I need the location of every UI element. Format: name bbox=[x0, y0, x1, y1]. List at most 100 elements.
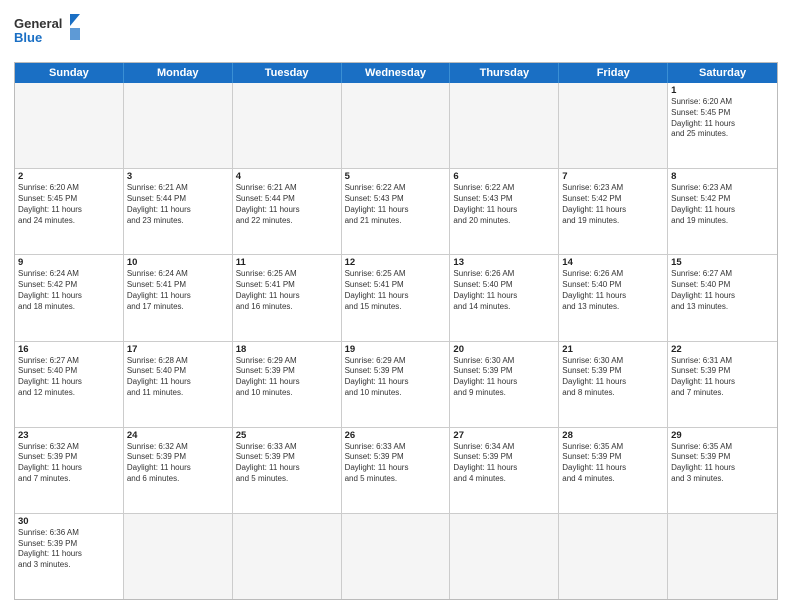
day-number: 28 bbox=[562, 430, 664, 441]
calendar-cell bbox=[124, 514, 233, 599]
cell-info: Sunrise: 6:26 AM Sunset: 5:40 PM Dayligh… bbox=[562, 269, 664, 312]
cell-info: Sunrise: 6:25 AM Sunset: 5:41 PM Dayligh… bbox=[236, 269, 338, 312]
cell-info: Sunrise: 6:33 AM Sunset: 5:39 PM Dayligh… bbox=[345, 442, 447, 485]
cell-info: Sunrise: 6:21 AM Sunset: 5:44 PM Dayligh… bbox=[236, 183, 338, 226]
calendar-cell: 30Sunrise: 6:36 AM Sunset: 5:39 PM Dayli… bbox=[15, 514, 124, 599]
day-number: 20 bbox=[453, 344, 555, 355]
day-number: 15 bbox=[671, 257, 774, 268]
day-number: 14 bbox=[562, 257, 664, 268]
day-number: 27 bbox=[453, 430, 555, 441]
calendar-cell: 15Sunrise: 6:27 AM Sunset: 5:40 PM Dayli… bbox=[668, 255, 777, 340]
cell-info: Sunrise: 6:34 AM Sunset: 5:39 PM Dayligh… bbox=[453, 442, 555, 485]
logo: General Blue bbox=[14, 12, 84, 54]
calendar-cell: 4Sunrise: 6:21 AM Sunset: 5:44 PM Daylig… bbox=[233, 169, 342, 254]
day-number: 2 bbox=[18, 171, 120, 182]
calendar-cell: 13Sunrise: 6:26 AM Sunset: 5:40 PM Dayli… bbox=[450, 255, 559, 340]
weekday-header-thursday: Thursday bbox=[450, 63, 559, 83]
calendar-cell bbox=[559, 83, 668, 168]
calendar-cell: 25Sunrise: 6:33 AM Sunset: 5:39 PM Dayli… bbox=[233, 428, 342, 513]
cell-info: Sunrise: 6:24 AM Sunset: 5:42 PM Dayligh… bbox=[18, 269, 120, 312]
calendar-cell bbox=[450, 514, 559, 599]
day-number: 9 bbox=[18, 257, 120, 268]
day-number: 29 bbox=[671, 430, 774, 441]
cell-info: Sunrise: 6:32 AM Sunset: 5:39 PM Dayligh… bbox=[18, 442, 120, 485]
day-number: 3 bbox=[127, 171, 229, 182]
calendar-cell: 2Sunrise: 6:20 AM Sunset: 5:45 PM Daylig… bbox=[15, 169, 124, 254]
cell-info: Sunrise: 6:32 AM Sunset: 5:39 PM Dayligh… bbox=[127, 442, 229, 485]
day-number: 10 bbox=[127, 257, 229, 268]
calendar-cell bbox=[15, 83, 124, 168]
calendar-row-4: 23Sunrise: 6:32 AM Sunset: 5:39 PM Dayli… bbox=[15, 428, 777, 514]
calendar-cell: 3Sunrise: 6:21 AM Sunset: 5:44 PM Daylig… bbox=[124, 169, 233, 254]
calendar-cell: 19Sunrise: 6:29 AM Sunset: 5:39 PM Dayli… bbox=[342, 342, 451, 427]
calendar-cell: 20Sunrise: 6:30 AM Sunset: 5:39 PM Dayli… bbox=[450, 342, 559, 427]
header: General Blue bbox=[14, 12, 778, 54]
calendar-cell: 9Sunrise: 6:24 AM Sunset: 5:42 PM Daylig… bbox=[15, 255, 124, 340]
cell-info: Sunrise: 6:30 AM Sunset: 5:39 PM Dayligh… bbox=[453, 356, 555, 399]
calendar-cell bbox=[233, 514, 342, 599]
cell-info: Sunrise: 6:25 AM Sunset: 5:41 PM Dayligh… bbox=[345, 269, 447, 312]
cell-info: Sunrise: 6:21 AM Sunset: 5:44 PM Dayligh… bbox=[127, 183, 229, 226]
calendar-cell: 6Sunrise: 6:22 AM Sunset: 5:43 PM Daylig… bbox=[450, 169, 559, 254]
day-number: 16 bbox=[18, 344, 120, 355]
cell-info: Sunrise: 6:23 AM Sunset: 5:42 PM Dayligh… bbox=[671, 183, 774, 226]
cell-info: Sunrise: 6:29 AM Sunset: 5:39 PM Dayligh… bbox=[236, 356, 338, 399]
cell-info: Sunrise: 6:35 AM Sunset: 5:39 PM Dayligh… bbox=[671, 442, 774, 485]
cell-info: Sunrise: 6:36 AM Sunset: 5:39 PM Dayligh… bbox=[18, 528, 120, 571]
calendar-row-2: 9Sunrise: 6:24 AM Sunset: 5:42 PM Daylig… bbox=[15, 255, 777, 341]
cell-info: Sunrise: 6:20 AM Sunset: 5:45 PM Dayligh… bbox=[671, 97, 774, 140]
calendar-cell: 12Sunrise: 6:25 AM Sunset: 5:41 PM Dayli… bbox=[342, 255, 451, 340]
cell-info: Sunrise: 6:35 AM Sunset: 5:39 PM Dayligh… bbox=[562, 442, 664, 485]
day-number: 24 bbox=[127, 430, 229, 441]
weekday-header-saturday: Saturday bbox=[668, 63, 777, 83]
calendar-cell bbox=[342, 514, 451, 599]
calendar-row-5: 30Sunrise: 6:36 AM Sunset: 5:39 PM Dayli… bbox=[15, 514, 777, 599]
calendar-cell: 7Sunrise: 6:23 AM Sunset: 5:42 PM Daylig… bbox=[559, 169, 668, 254]
day-number: 4 bbox=[236, 171, 338, 182]
calendar-cell: 28Sunrise: 6:35 AM Sunset: 5:39 PM Dayli… bbox=[559, 428, 668, 513]
cell-info: Sunrise: 6:20 AM Sunset: 5:45 PM Dayligh… bbox=[18, 183, 120, 226]
cell-info: Sunrise: 6:28 AM Sunset: 5:40 PM Dayligh… bbox=[127, 356, 229, 399]
calendar-cell: 22Sunrise: 6:31 AM Sunset: 5:39 PM Dayli… bbox=[668, 342, 777, 427]
day-number: 25 bbox=[236, 430, 338, 441]
weekday-header-monday: Monday bbox=[124, 63, 233, 83]
calendar-cell: 26Sunrise: 6:33 AM Sunset: 5:39 PM Dayli… bbox=[342, 428, 451, 513]
calendar-cell: 24Sunrise: 6:32 AM Sunset: 5:39 PM Dayli… bbox=[124, 428, 233, 513]
calendar-cell: 8Sunrise: 6:23 AM Sunset: 5:42 PM Daylig… bbox=[668, 169, 777, 254]
calendar-cell: 23Sunrise: 6:32 AM Sunset: 5:39 PM Dayli… bbox=[15, 428, 124, 513]
calendar-cell bbox=[342, 83, 451, 168]
calendar-row-1: 2Sunrise: 6:20 AM Sunset: 5:45 PM Daylig… bbox=[15, 169, 777, 255]
day-number: 1 bbox=[671, 85, 774, 96]
day-number: 19 bbox=[345, 344, 447, 355]
weekday-header-sunday: Sunday bbox=[15, 63, 124, 83]
calendar-body: 1Sunrise: 6:20 AM Sunset: 5:45 PM Daylig… bbox=[15, 83, 777, 599]
cell-info: Sunrise: 6:22 AM Sunset: 5:43 PM Dayligh… bbox=[345, 183, 447, 226]
weekday-header-tuesday: Tuesday bbox=[233, 63, 342, 83]
day-number: 26 bbox=[345, 430, 447, 441]
calendar-cell bbox=[668, 514, 777, 599]
calendar-cell: 29Sunrise: 6:35 AM Sunset: 5:39 PM Dayli… bbox=[668, 428, 777, 513]
day-number: 22 bbox=[671, 344, 774, 355]
calendar-header: SundayMondayTuesdayWednesdayThursdayFrid… bbox=[15, 63, 777, 83]
calendar-cell: 18Sunrise: 6:29 AM Sunset: 5:39 PM Dayli… bbox=[233, 342, 342, 427]
day-number: 13 bbox=[453, 257, 555, 268]
svg-text:Blue: Blue bbox=[14, 30, 42, 45]
cell-info: Sunrise: 6:22 AM Sunset: 5:43 PM Dayligh… bbox=[453, 183, 555, 226]
day-number: 11 bbox=[236, 257, 338, 268]
cell-info: Sunrise: 6:26 AM Sunset: 5:40 PM Dayligh… bbox=[453, 269, 555, 312]
day-number: 17 bbox=[127, 344, 229, 355]
weekday-header-friday: Friday bbox=[559, 63, 668, 83]
calendar-cell: 17Sunrise: 6:28 AM Sunset: 5:40 PM Dayli… bbox=[124, 342, 233, 427]
calendar-cell: 16Sunrise: 6:27 AM Sunset: 5:40 PM Dayli… bbox=[15, 342, 124, 427]
page: General Blue SundayMondayTuesdayWednesda… bbox=[0, 0, 792, 612]
calendar-cell bbox=[450, 83, 559, 168]
day-number: 30 bbox=[18, 516, 120, 527]
cell-info: Sunrise: 6:23 AM Sunset: 5:42 PM Dayligh… bbox=[562, 183, 664, 226]
cell-info: Sunrise: 6:24 AM Sunset: 5:41 PM Dayligh… bbox=[127, 269, 229, 312]
day-number: 8 bbox=[671, 171, 774, 182]
cell-info: Sunrise: 6:29 AM Sunset: 5:39 PM Dayligh… bbox=[345, 356, 447, 399]
weekday-header-wednesday: Wednesday bbox=[342, 63, 451, 83]
day-number: 5 bbox=[345, 171, 447, 182]
calendar-cell bbox=[233, 83, 342, 168]
day-number: 21 bbox=[562, 344, 664, 355]
